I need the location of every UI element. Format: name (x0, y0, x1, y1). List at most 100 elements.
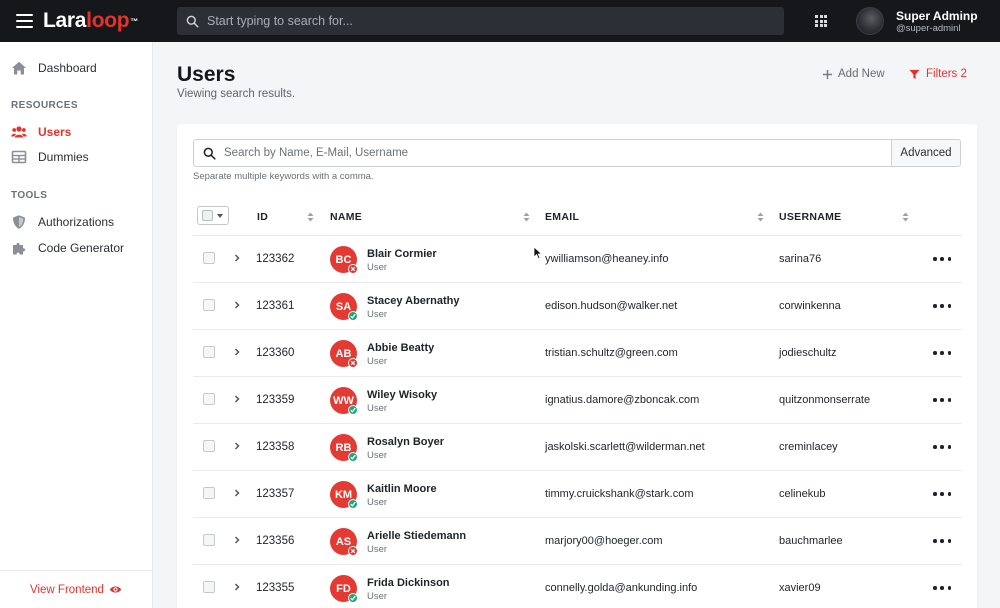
chevron-right-icon[interactable] (233, 534, 241, 546)
cell-id: 123355 (256, 582, 295, 594)
cell-email: connelly.golda@ankunding.info (545, 582, 698, 594)
cell-username: creminlacey (779, 441, 838, 453)
logo-trademark: ™ (130, 17, 138, 26)
select-all-checkbox[interactable] (202, 210, 213, 221)
user-handle: @super-adminl (896, 23, 961, 34)
row-checkbox[interactable] (203, 581, 215, 593)
more-actions-icon[interactable] (933, 257, 951, 261)
shield-icon (13, 215, 25, 229)
more-actions-icon[interactable] (933, 351, 951, 355)
cell-name[interactable]: Arielle Stiedemann (367, 530, 466, 542)
chevron-right-icon[interactable] (233, 252, 241, 264)
sort-icon[interactable] (902, 212, 909, 222)
add-new-button[interactable]: Add New (822, 68, 885, 80)
user-avatar[interactable] (856, 7, 884, 35)
cell-role: User (367, 262, 388, 273)
table-row[interactable]: 123362 BC Blair Cormier User ywilliamson@hea… (193, 236, 962, 283)
cell-id: 123359 (256, 394, 295, 406)
cell-id: 123361 (256, 300, 295, 312)
row-checkbox[interactable] (203, 346, 215, 358)
column-header-email[interactable]: EMAIL (545, 211, 579, 223)
filters-label: Filters 2 (926, 68, 967, 80)
eye-icon (109, 586, 122, 593)
row-checkbox[interactable] (203, 534, 215, 546)
cell-username: bauchmarlee (779, 535, 843, 547)
cell-username: jodieschultz (779, 347, 837, 359)
sidebar-item-users[interactable]: Users (11, 122, 71, 142)
chevron-right-icon[interactable] (233, 581, 241, 593)
sidebar-item-code-generator[interactable]: Code Generator (11, 238, 124, 258)
chevron-right-icon[interactable] (233, 346, 241, 358)
cell-name[interactable]: Abbie Beatty (367, 342, 434, 354)
table-row[interactable]: 123361 SA Stacey Abernathy User edison.hudso… (193, 283, 962, 330)
row-checkbox[interactable] (203, 299, 215, 311)
app-logo[interactable]: Laraloop™ (43, 9, 138, 33)
sidebar-item-label: Code Generator (38, 241, 125, 255)
table-row[interactable]: 123355 FD Frida Dickinson User connelly.gold… (193, 565, 962, 608)
row-checkbox[interactable] (203, 252, 215, 264)
table-row[interactable]: 123358 RB Rosalyn Boyer User jaskolski.scarl… (193, 424, 962, 471)
global-search-input[interactable] (207, 14, 767, 28)
cell-name[interactable]: Wiley Wisoky (367, 389, 437, 401)
cell-email: edison.hudson@walker.net (545, 300, 678, 312)
cell-email: jaskolski.scarlett@wilderman.net (545, 441, 705, 453)
table-row[interactable]: 123357 KM Kaitlin Moore User timmy.cruicksha… (193, 471, 962, 518)
row-checkbox[interactable] (203, 440, 215, 452)
apps-grid-icon[interactable] (815, 15, 827, 27)
chevron-right-icon[interactable] (233, 299, 241, 311)
table-row[interactable]: 123360 AB Abbie Beatty User tristian.schultz… (193, 330, 962, 377)
hamburger-menu-icon[interactable] (16, 14, 33, 28)
sort-icon[interactable] (307, 212, 314, 222)
cell-email: marjory00@hoeger.com (545, 535, 663, 547)
more-actions-icon[interactable] (933, 398, 951, 402)
table-search[interactable]: Advanced (193, 139, 961, 167)
cell-username: corwinkenna (779, 300, 841, 312)
search-hint: Separate multiple keywords with a comma. (193, 171, 374, 182)
cell-name[interactable]: Rosalyn Boyer (367, 436, 444, 448)
status-inactive-icon (348, 264, 358, 274)
table-search-input[interactable] (224, 140, 891, 166)
filters-button[interactable]: Filters 2 (909, 68, 967, 80)
row-checkbox[interactable] (203, 487, 215, 499)
sidebar: Dashboard RESOURCES Users Dummies TOOLS … (0, 42, 153, 608)
status-active-icon (348, 499, 358, 509)
select-all-dropdown[interactable] (197, 206, 229, 225)
table-row[interactable]: 123356 AS Arielle Stiedemann User marjory00@… (193, 518, 962, 565)
table-search-icon-wrap (194, 140, 224, 166)
more-actions-icon[interactable] (933, 539, 951, 543)
plus-icon (822, 69, 833, 79)
cell-email: ignatius.damore@zboncak.com (545, 394, 700, 406)
cell-name[interactable]: Kaitlin Moore (367, 483, 437, 495)
cell-name[interactable]: Blair Cormier (367, 248, 437, 260)
page-subtitle: Viewing search results. (177, 88, 296, 100)
status-active-icon (348, 452, 358, 462)
column-header-name[interactable]: NAME (330, 211, 362, 223)
column-header-username[interactable]: USERNAME (779, 211, 842, 223)
sort-icon[interactable] (757, 212, 764, 222)
mouse-cursor-icon (533, 246, 543, 260)
more-actions-icon[interactable] (933, 445, 951, 449)
sidebar-item-authorizations[interactable]: Authorizations (11, 212, 114, 232)
column-header-id[interactable]: ID (257, 211, 268, 223)
global-search[interactable] (177, 7, 784, 35)
sidebar-item-dashboard[interactable]: Dashboard (11, 58, 97, 78)
sidebar-heading-tools: TOOLS (11, 190, 48, 201)
more-actions-icon[interactable] (933, 304, 951, 308)
chevron-right-icon[interactable] (233, 440, 241, 452)
chevron-right-icon[interactable] (233, 393, 241, 405)
more-actions-icon[interactable] (933, 492, 951, 496)
more-actions-icon[interactable] (933, 586, 951, 590)
cell-name[interactable]: Frida Dickinson (367, 577, 450, 589)
sidebar-item-dummies[interactable]: Dummies (11, 147, 89, 167)
logo-text-lara: Lara (43, 9, 87, 32)
table-row[interactable]: 123359 WW Wiley Wisoky User ignatius.damore@… (193, 377, 962, 424)
cell-name[interactable]: Stacey Abernathy (367, 295, 460, 307)
sort-icon[interactable] (523, 212, 530, 222)
cell-role: User (367, 544, 388, 555)
view-frontend-link[interactable]: View Frontend (0, 570, 152, 608)
chevron-right-icon[interactable] (233, 487, 241, 499)
advanced-search-button[interactable]: Advanced (891, 140, 960, 166)
row-checkbox[interactable] (203, 393, 215, 405)
user-name[interactable]: Super Adminp (896, 9, 978, 23)
cell-id: 123358 (256, 441, 295, 453)
